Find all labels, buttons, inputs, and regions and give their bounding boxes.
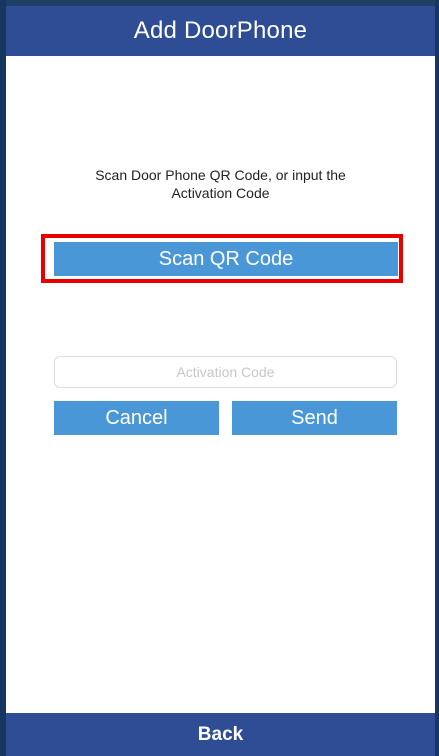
page-title: Add DoorPhone (133, 17, 308, 44)
activation-code-input[interactable] (54, 356, 397, 388)
back-button[interactable]: Back (6, 713, 435, 756)
send-button[interactable]: Send (232, 401, 397, 435)
scan-qr-code-button[interactable]: Scan QR Code (54, 242, 398, 276)
back-button-label: Back (197, 723, 244, 745)
instruction-text: Scan Door Phone QR Code, or input the Ac… (6, 166, 435, 202)
add-doorphone-panel: Scan Door Phone QR Code, or input the Ac… (6, 56, 435, 713)
cancel-button[interactable]: Cancel (54, 401, 219, 435)
instruction-line-1: Scan Door Phone QR Code, or input the (95, 167, 346, 183)
instruction-line-2: Activation Code (171, 185, 270, 201)
title-bar: Add DoorPhone (6, 6, 435, 56)
window-frame-right (435, 0, 439, 756)
